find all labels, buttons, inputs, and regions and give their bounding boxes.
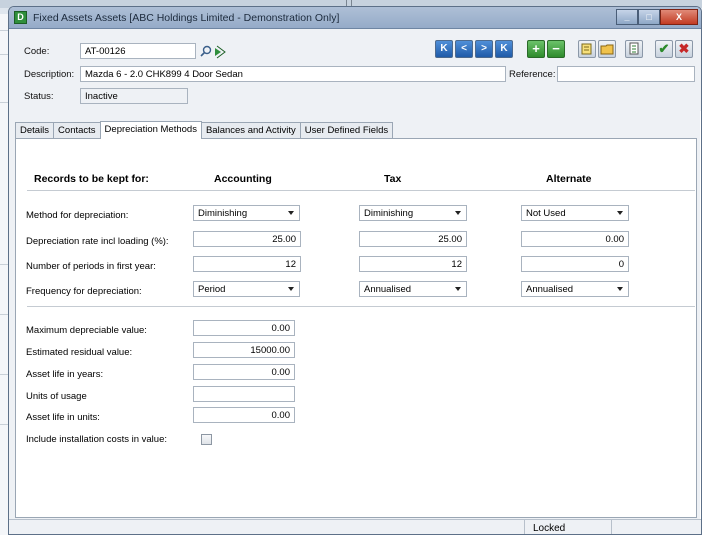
status-bar: Locked — [9, 519, 701, 534]
chevron-down-icon — [455, 287, 461, 291]
window-controls: _ □ X — [616, 9, 698, 26]
lock-status: Locked — [533, 523, 566, 534]
add-record-button[interactable]: + — [527, 40, 545, 58]
alternate-frequency-value: Annualised — [526, 284, 574, 295]
chevron-down-icon — [288, 211, 294, 215]
tax-periods-field[interactable]: 12 — [359, 256, 467, 272]
tab-balances-and-activity[interactable]: Balances and Activity — [200, 122, 301, 139]
tax-frequency-value: Annualised — [364, 284, 412, 295]
reference-label: Reference: — [509, 69, 556, 80]
alternate-column-header: Alternate — [546, 173, 592, 185]
accounting-method-value: Diminishing — [198, 208, 248, 219]
tax-method-value: Diminishing — [364, 208, 414, 219]
first-record-button[interactable]: K — [435, 40, 453, 58]
alternate-periods-field[interactable]: 0 — [521, 256, 629, 272]
save-button[interactable]: ✔ — [655, 40, 673, 58]
accounting-rate-field[interactable]: 25.00 — [193, 231, 301, 247]
alternate-method-value: Not Used — [526, 208, 566, 219]
tab-user-defined-fields[interactable]: User Defined Fields — [299, 122, 394, 139]
accounting-frequency-select[interactable]: Period — [193, 281, 300, 297]
units-usage-label: Units of usage — [26, 391, 87, 402]
units-usage-field[interactable] — [193, 386, 295, 402]
status-separator — [611, 520, 612, 534]
frequency-label: Frequency for depreciation: — [26, 286, 142, 297]
title-bar[interactable]: D Fixed Assets Assets [ABC Holdings Limi… — [9, 7, 701, 29]
accounting-periods-field[interactable]: 12 — [193, 256, 301, 272]
previous-record-button[interactable]: < — [455, 40, 473, 58]
code-label: Code: — [24, 46, 50, 57]
status-separator — [524, 520, 525, 534]
chevron-down-icon — [288, 287, 294, 291]
status-label: Status: — [24, 91, 54, 102]
app-icon: D — [14, 11, 27, 24]
notes-button[interactable] — [578, 40, 596, 58]
report-icon — [629, 42, 639, 55]
section-divider — [27, 306, 695, 307]
tax-column-header: Tax — [384, 173, 402, 185]
alternate-method-select[interactable]: Not Used — [521, 205, 629, 221]
records-heading: Records to be kept for: — [34, 173, 149, 185]
tax-rate-field[interactable]: 25.00 — [359, 231, 467, 247]
periods-label: Number of periods in first year: — [26, 261, 156, 272]
description-field[interactable]: Mazda 6 - 2.0 CHK899 4 Door Sedan — [80, 66, 506, 82]
tab-contacts[interactable]: Contacts — [53, 122, 101, 139]
method-label: Method for depreciation: — [26, 210, 129, 221]
code-field[interactable]: AT-00126 — [80, 43, 196, 59]
accounting-column-header: Accounting — [214, 173, 272, 185]
rate-label: Depreciation rate incl loading (%): — [26, 236, 169, 247]
maximize-button[interactable]: □ — [638, 9, 660, 25]
alternate-frequency-select[interactable]: Annualised — [521, 281, 629, 297]
delete-record-button[interactable]: − — [547, 40, 565, 58]
last-record-button[interactable]: K — [495, 40, 513, 58]
next-record-button[interactable]: > — [475, 40, 493, 58]
minimize-button[interactable]: _ — [616, 9, 638, 25]
life-units-field[interactable]: 0.00 — [193, 407, 295, 423]
asset-header: Code: AT-00126 Description: Mazda 6 - 2.… — [9, 29, 701, 111]
tab-details[interactable]: Details — [15, 122, 55, 139]
residual-value-field[interactable]: 15000.00 — [193, 342, 295, 358]
chevron-down-icon — [455, 211, 461, 215]
max-value-label: Maximum depreciable value: — [26, 325, 147, 336]
chevron-down-icon — [617, 287, 623, 291]
install-costs-checkbox[interactable] — [201, 434, 212, 445]
tax-frequency-select[interactable]: Annualised — [359, 281, 467, 297]
lookup-icon[interactable] — [199, 45, 229, 59]
tab-strip: Details Contacts Depreciation Methods Ba… — [15, 121, 394, 139]
accounting-frequency-value: Period — [198, 284, 226, 295]
max-value-field[interactable]: 0.00 — [193, 320, 295, 336]
residual-label: Estimated residual value: — [26, 347, 133, 358]
close-button[interactable]: X — [660, 9, 698, 25]
life-units-label: Asset life in units: — [26, 412, 100, 423]
notes-icon — [581, 43, 592, 55]
status-field: Inactive — [80, 88, 188, 104]
accounting-method-select[interactable]: Diminishing — [193, 205, 300, 221]
report-button[interactable] — [625, 40, 643, 58]
folder-button[interactable] — [598, 40, 616, 58]
life-years-label: Asset life in years: — [26, 369, 104, 380]
tax-method-select[interactable]: Diminishing — [359, 205, 467, 221]
install-costs-label: Include installation costs in value: — [26, 434, 167, 445]
header-divider — [27, 190, 695, 191]
description-label: Description: — [24, 69, 75, 80]
folder-icon — [600, 44, 614, 55]
alternate-rate-field[interactable]: 0.00 — [521, 231, 629, 247]
window-title: Fixed Assets Assets [ABC Holdings Limite… — [33, 12, 340, 24]
life-years-field[interactable]: 0.00 — [193, 364, 295, 380]
reference-field[interactable] — [557, 66, 695, 82]
cancel-button[interactable]: ✖ — [675, 40, 693, 58]
tab-depreciation-methods[interactable]: Depreciation Methods — [99, 121, 202, 139]
chevron-down-icon — [617, 211, 623, 215]
fixed-assets-window: D Fixed Assets Assets [ABC Holdings Limi… — [8, 6, 702, 535]
